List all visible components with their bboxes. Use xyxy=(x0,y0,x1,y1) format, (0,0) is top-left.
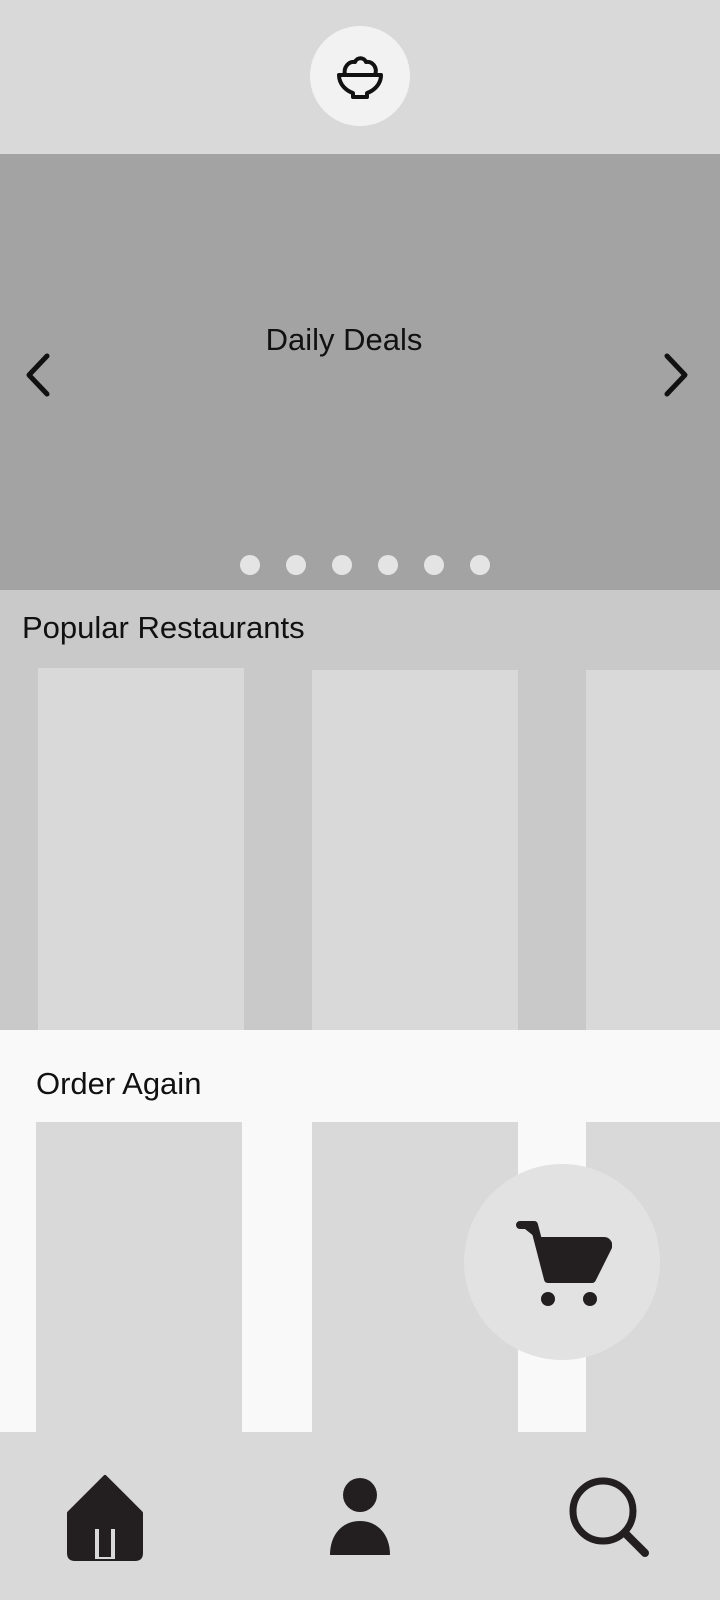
carousel-prev-button[interactable] xyxy=(18,350,58,400)
person-icon xyxy=(330,1478,390,1555)
chevron-right-icon xyxy=(664,353,688,397)
carousel-dot[interactable] xyxy=(286,555,306,575)
bottom-navigation xyxy=(0,1432,720,1600)
home-icon xyxy=(67,1475,143,1561)
cart-button[interactable] xyxy=(464,1164,660,1360)
carousel-dot[interactable] xyxy=(424,555,444,575)
carousel-dot[interactable] xyxy=(240,555,260,575)
restaurant-card[interactable] xyxy=(38,668,244,1030)
restaurant-card[interactable] xyxy=(586,670,720,1030)
carousel-dot[interactable] xyxy=(378,555,398,575)
nav-profile-button[interactable] xyxy=(315,1472,405,1562)
carousel-pagination xyxy=(240,555,490,575)
restaurant-card[interactable] xyxy=(312,670,518,1030)
app-header xyxy=(0,0,720,154)
chevron-left-icon xyxy=(26,353,50,397)
carousel-dot[interactable] xyxy=(332,555,352,575)
popular-restaurants-section: Popular Restaurants xyxy=(0,590,720,1030)
carousel-dot[interactable] xyxy=(470,555,490,575)
app-logo xyxy=(310,26,410,126)
rice-bowl-icon xyxy=(337,56,383,99)
nav-search-button[interactable] xyxy=(564,1472,654,1562)
carousel-title: Daily Deals xyxy=(265,322,423,357)
daily-deals-carousel[interactable]: Daily Deals xyxy=(0,154,720,590)
search-icon xyxy=(569,1477,649,1557)
section-title-order-again: Order Again xyxy=(36,1066,202,1101)
carousel-next-button[interactable] xyxy=(656,350,696,400)
order-card[interactable] xyxy=(36,1122,242,1432)
cart-icon xyxy=(516,1221,612,1306)
nav-home-button[interactable] xyxy=(60,1472,150,1562)
section-title-popular: Popular Restaurants xyxy=(22,610,305,645)
